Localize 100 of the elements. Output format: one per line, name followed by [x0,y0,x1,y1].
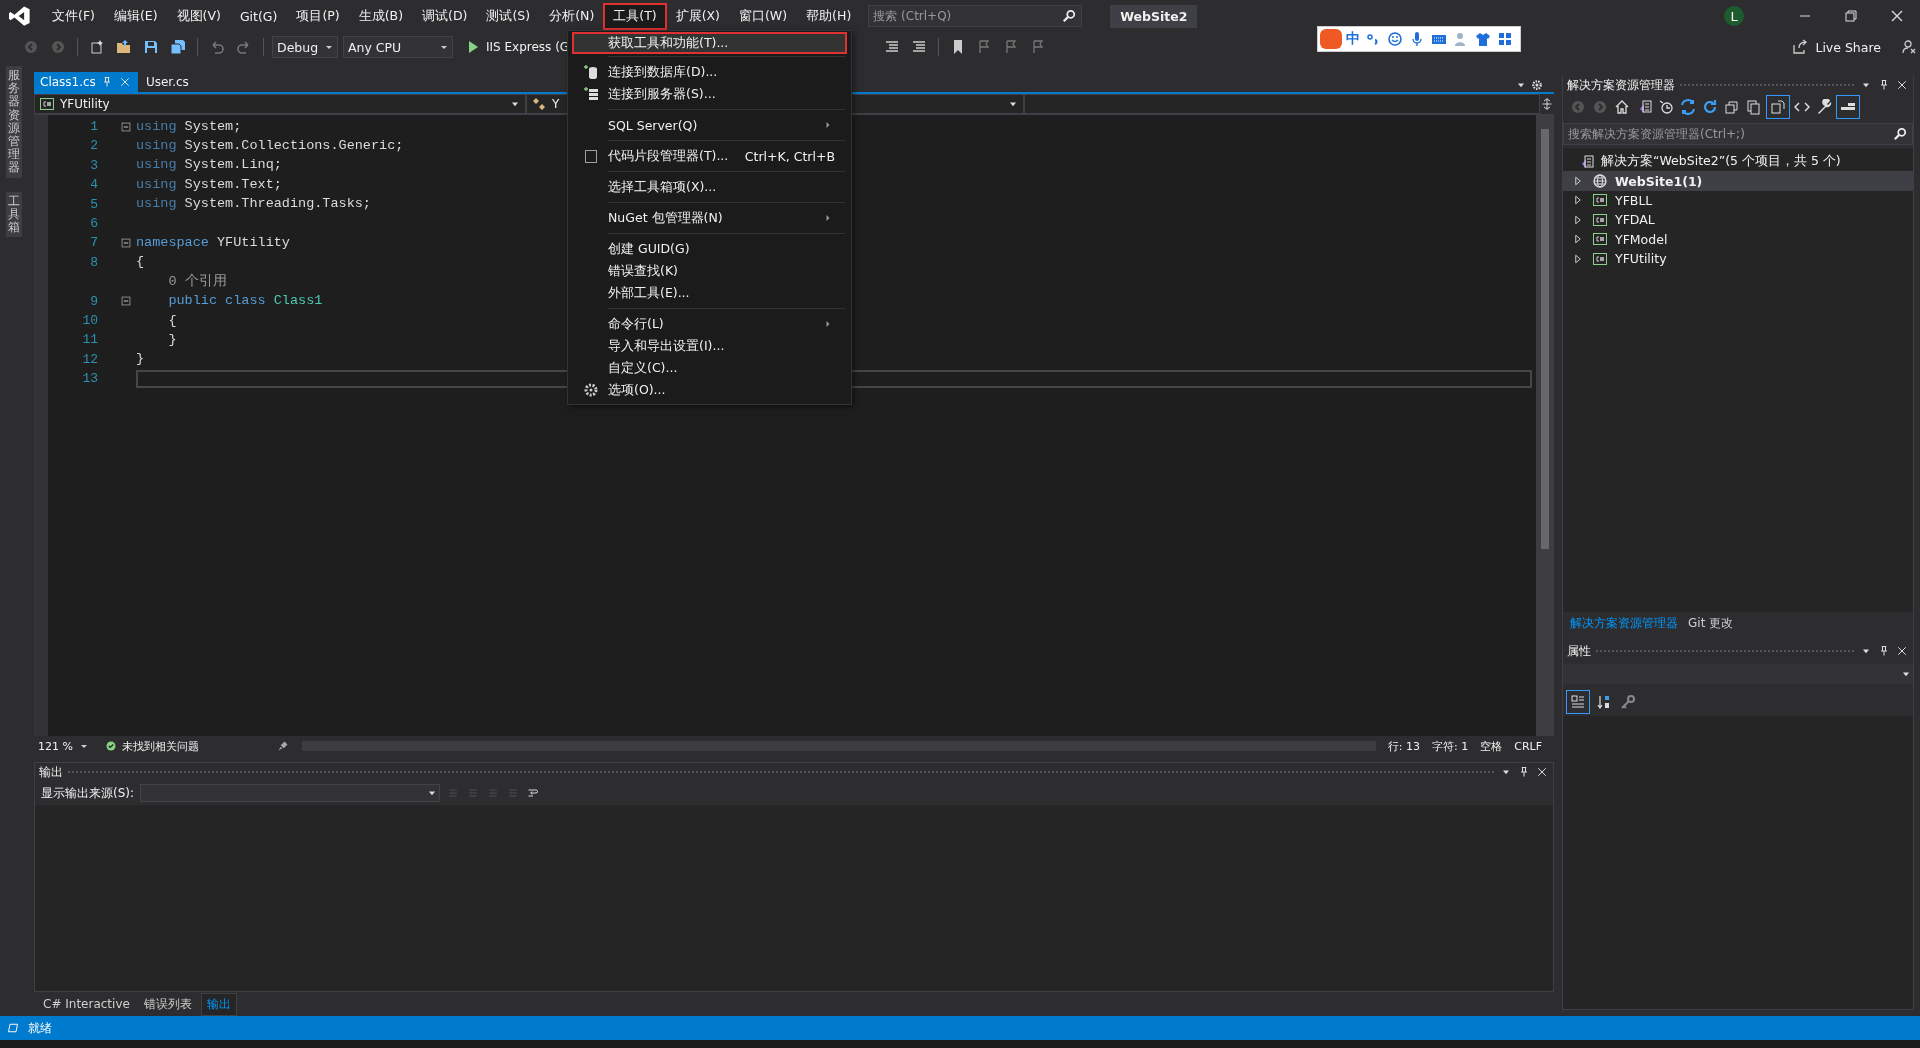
menu-item[interactable]: 帮助(H) [798,4,860,28]
panel-tab[interactable]: Git 更改 [1685,612,1737,634]
collapse-icon[interactable] [119,119,133,134]
search-icon [1891,125,1909,143]
line-number: 3 [89,156,99,175]
scrollbar[interactable] [1536,115,1554,736]
code-line: } [136,350,145,369]
menu-item[interactable]: 导入和导出设置(I)... [574,335,845,357]
menu-item[interactable]: 视图(V) [168,4,229,28]
pending-changes-icon[interactable] [1767,96,1789,118]
panel-title: 解决方案资源管理器 [1567,76,1675,94]
panel-tab[interactable]: C# Interactive [38,995,135,1013]
tree-item[interactable]: WebSite1(1) [1563,171,1913,191]
menu-item[interactable]: SQL Server(Q) [574,114,845,136]
close-icon[interactable] [1895,644,1909,658]
tree-item[interactable]: 解决方案“WebSite2”(5 个项目，共 5 个) [1563,152,1913,172]
search-field[interactable]: 搜索 (Ctrl+Q) [868,5,1083,27]
menu-item[interactable]: 命令行(L) [574,313,845,335]
menu-item[interactable]: 项目(P) [288,4,348,28]
zoom-dropdown[interactable]: 121 % [34,738,92,754]
code-line: using System.Text; [136,175,282,194]
issues-indicator[interactable]: 未找到相关问题 [104,737,264,755]
status-text[interactable]: 行: 13 [1387,738,1420,754]
tree-item[interactable]: YFModel [1563,229,1913,249]
menu-item[interactable]: 选择工具箱项(X)... [574,176,845,198]
side-tab[interactable]: 服务器资源管理器 [6,66,22,178]
menu-item[interactable]: 工具(T) [605,4,665,28]
menu-item[interactable]: 测试(S) [478,4,539,28]
tree-item[interactable]: YFDAL [1563,210,1913,230]
dropdown[interactable]: Any CPU [343,36,453,58]
menu-item[interactable]: 选项(O)... [574,379,845,401]
code-line: using System.Linq; [136,156,282,175]
sync-icon[interactable] [1679,98,1697,116]
status-text[interactable]: 空格 [1480,738,1503,754]
collapse-icon[interactable] [119,294,133,309]
account-avatar[interactable]: L [1724,6,1744,26]
menu-item[interactable]: 分析(N) [541,4,603,28]
menu-item[interactable]: 扩展(X) [667,4,728,28]
menu-item[interactable]: 编辑(E) [105,4,166,28]
word-wrap-icon[interactable] [526,786,541,800]
panel-tab[interactable]: 输出 [200,992,237,1016]
dropdown[interactable]: Debug [272,36,338,58]
notification-icon[interactable] [6,1021,20,1035]
menu-item[interactable]: 自定义(C)... [574,357,845,379]
tree-item[interactable]: YFBLL [1563,190,1913,211]
panel-tab[interactable]: 解决方案资源管理器 [1567,612,1681,634]
menu-item[interactable]: NuGet 包管理器(N) [574,207,845,229]
categorized-icon[interactable] [1567,691,1589,713]
code-line: { [136,253,145,272]
line-number: 4 [89,176,99,195]
close-icon[interactable] [1535,765,1549,779]
line-number: 10 [81,311,99,330]
home-icon[interactable] [1613,98,1631,116]
caret-icon [80,742,88,750]
menu-item[interactable]: 连接到数据库(D)... [574,61,845,83]
property-pages-icon[interactable] [1619,693,1637,711]
grid-icon [1496,30,1514,48]
live-share-button[interactable]: Live Share [1789,38,1881,56]
menu-item[interactable]: 文件(F) [44,4,103,28]
project-dropdown[interactable]: YFUtility [34,94,526,114]
menu-item[interactable]: 错误查找(K) [574,260,845,282]
line-number: 6 [89,214,99,233]
line-number: 11 [81,331,99,350]
menu-item[interactable]: 调试(D) [414,4,476,28]
show-all-files-icon[interactable] [1745,98,1763,116]
code-lens[interactable]: 0 个引用 [136,272,227,291]
menu-item[interactable]: 代码片段管理器(T)... Ctrl+K, Ctrl+B [574,145,845,167]
status-text[interactable]: 字符: 1 [1432,738,1469,754]
line-number: 5 [89,195,99,214]
menu-item[interactable]: 生成(B) [350,4,412,28]
cleanup-icon[interactable] [276,739,290,753]
menu-item[interactable]: Git(G) [231,5,286,27]
menu-item[interactable]: 获取工具和功能(T)... [574,34,845,52]
code-line: using System; [136,117,242,136]
collapse-icon[interactable] [119,236,133,251]
line-number: 2 [89,137,99,156]
preview-icon[interactable] [1837,96,1859,118]
history-icon[interactable] [1657,98,1675,116]
panel-tab[interactable]: 错误列表 [138,993,197,1015]
menu-item[interactable]: 窗口(W) [731,4,796,28]
settings-icon[interactable] [1530,78,1544,92]
menu-item[interactable]: 创建 GUID(G) [574,238,845,260]
side-tab[interactable]: 工具箱 [6,191,22,238]
close-icon[interactable] [1895,78,1909,92]
ime-mode-label[interactable]: 中 [1346,30,1360,48]
settings-icon [582,381,600,399]
line-number: 8 [89,253,99,272]
panel-title: 属性 [1567,642,1591,660]
status-text[interactable]: CRLF [1514,739,1542,753]
split-icon[interactable] [1540,97,1554,111]
line-number: 13 [81,370,99,389]
menu-item[interactable]: 连接到服务器(S)... [574,83,845,105]
search-field[interactable]: 搜索解决方案资源管理器(Ctrl+;) [1563,123,1913,145]
menu-item[interactable]: 外部工具(E)... [574,282,845,304]
refresh-icon[interactable] [1701,98,1719,116]
tree-item[interactable]: YFUtility [1563,248,1913,269]
line-number: 7 [89,234,99,253]
code-line: namespace YFUtility [136,234,290,253]
collapse-all-icon[interactable] [1723,98,1741,116]
document-tab[interactable]: User.cs [139,72,195,92]
